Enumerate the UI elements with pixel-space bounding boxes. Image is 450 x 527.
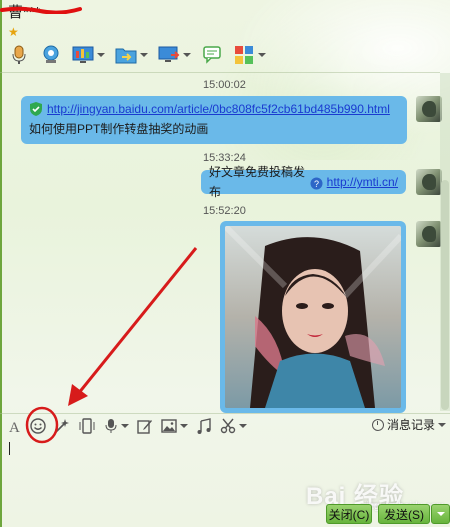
chevron-down-icon [258, 53, 266, 57]
remote-desktop-icon [158, 44, 180, 66]
sms-chat-icon [201, 44, 223, 66]
screen-share-icon [72, 44, 94, 66]
text-cursor [9, 442, 10, 455]
emoji-icon [30, 417, 46, 434]
message-link[interactable]: http://ymti.cn/ [327, 172, 398, 192]
clock-icon [371, 418, 384, 431]
vibrate-icon [79, 417, 95, 434]
chevron-down-icon [239, 423, 247, 428]
help-badge-icon: ? [310, 176, 323, 189]
file-transfer-button[interactable] [115, 44, 148, 66]
screenshot-button[interactable] [220, 416, 247, 436]
edit-note-button[interactable] [137, 416, 153, 436]
image-button[interactable] [161, 416, 188, 436]
avatar[interactable] [416, 96, 442, 122]
chevron-down-icon [180, 423, 188, 428]
vibrate-button[interactable] [78, 416, 96, 436]
webcam-icon [40, 44, 62, 66]
image-message[interactable] [220, 221, 406, 413]
apps-button[interactable] [233, 44, 266, 66]
edit-note-icon [137, 419, 152, 434]
message-link[interactable]: http://jingyan.baidu.com/article/0bc808f… [47, 99, 390, 119]
chevron-down-icon [140, 53, 148, 57]
favorite-star-icon[interactable]: ★ [8, 25, 19, 39]
chevron-down-icon [438, 422, 446, 427]
font-icon: A [9, 420, 20, 434]
name-redaction-scribble [0, 6, 82, 14]
chevron-down-icon [436, 512, 445, 516]
top-toolbar [8, 40, 276, 70]
chevron-down-icon [97, 53, 105, 57]
font-button[interactable]: A [8, 416, 22, 436]
input-toolbar: A 消息记录 [0, 413, 450, 437]
svg-text:?: ? [314, 179, 319, 189]
message-history-label: 消息记录 [386, 418, 435, 432]
message-bubble: 好文章免费投稿发布 ? http://ymti.cn/ [201, 165, 406, 199]
photo-portrait [225, 226, 401, 408]
magic-effect-icon [55, 418, 69, 433]
message-timestamp: 15:52:20 [203, 205, 246, 217]
apps-grid-icon [233, 44, 255, 66]
portrait-image [225, 226, 401, 408]
voice-message-button[interactable] [104, 416, 129, 436]
send-button[interactable]: 发送(S) [378, 504, 430, 524]
message-bubble: http://jingyan.baidu.com/article/0bc808f… [21, 96, 407, 144]
webcam-button[interactable] [40, 44, 62, 66]
send-options-button[interactable] [431, 504, 450, 524]
music-button[interactable] [196, 416, 212, 436]
verified-shield-icon [29, 102, 43, 116]
message-text: 如何使用PPT制作转盘抽奖的动画 [29, 122, 209, 136]
chevron-down-icon [121, 423, 129, 428]
message-timestamp: 15:00:02 [203, 79, 246, 91]
emoji-button[interactable] [30, 416, 46, 436]
microphone-icon [8, 44, 30, 66]
microphone-button[interactable] [8, 44, 30, 66]
remote-desktop-button[interactable] [158, 44, 191, 66]
chevron-down-icon [183, 53, 191, 57]
image-icon [161, 418, 177, 433]
scrollbar-thumb[interactable] [441, 180, 449, 410]
file-transfer-icon [115, 44, 137, 66]
close-button[interactable]: 关闭(C) [326, 504, 372, 524]
screen-share-button[interactable] [72, 44, 105, 66]
screenshot-scissors-icon [220, 418, 236, 433]
avatar[interactable] [416, 221, 442, 247]
avatar[interactable] [416, 169, 442, 195]
message-text: 好文章免费投稿发布 [209, 165, 306, 199]
svg-text:A: A [9, 420, 20, 434]
chat-history: 15:00:02 http://jingyan.baidu.com/articl… [0, 73, 442, 413]
music-icon [197, 417, 211, 434]
voice-message-icon [105, 418, 117, 433]
sms-chat-button[interactable] [201, 44, 223, 66]
message-history-button[interactable]: 消息记录 [371, 416, 446, 433]
magic-effect-button[interactable] [54, 416, 70, 436]
